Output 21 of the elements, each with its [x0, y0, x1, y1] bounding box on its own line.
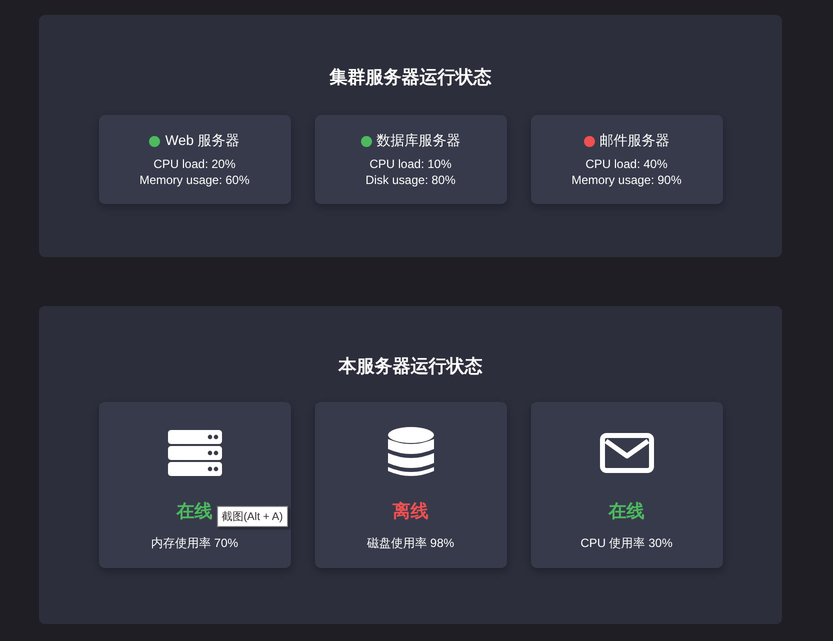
server-metric: CPU load: 20%	[153, 156, 236, 172]
mail-icon	[600, 433, 654, 473]
panel-title: 本服务器运行状态	[338, 355, 482, 378]
usage-text: 磁盘使用率 98%	[366, 535, 454, 552]
status-text: 离线	[392, 500, 428, 523]
database-icon	[388, 427, 434, 479]
status-text: 在线	[608, 500, 644, 523]
server-metric: Memory usage: 60%	[139, 172, 250, 188]
server-metric: Memory usage: 90%	[571, 172, 682, 188]
server-metric: CPU load: 10%	[369, 156, 452, 172]
usage-text: 内存使用率 70%	[150, 535, 238, 552]
server-name: Web 服务器	[165, 132, 240, 150]
usage-text: CPU 使用率 30%	[580, 535, 673, 552]
panel-title: 集群服务器运行状态	[330, 66, 492, 89]
server-name: 数据库服务器	[376, 132, 460, 150]
server-name: 邮件服务器	[600, 132, 670, 150]
status-text: 在线	[176, 500, 212, 523]
server-metric: Disk usage: 80%	[365, 172, 456, 188]
tooltip: 截图(Alt + A)	[216, 506, 288, 527]
server-icon	[168, 430, 222, 476]
server-metric: CPU load: 40%	[585, 156, 668, 172]
